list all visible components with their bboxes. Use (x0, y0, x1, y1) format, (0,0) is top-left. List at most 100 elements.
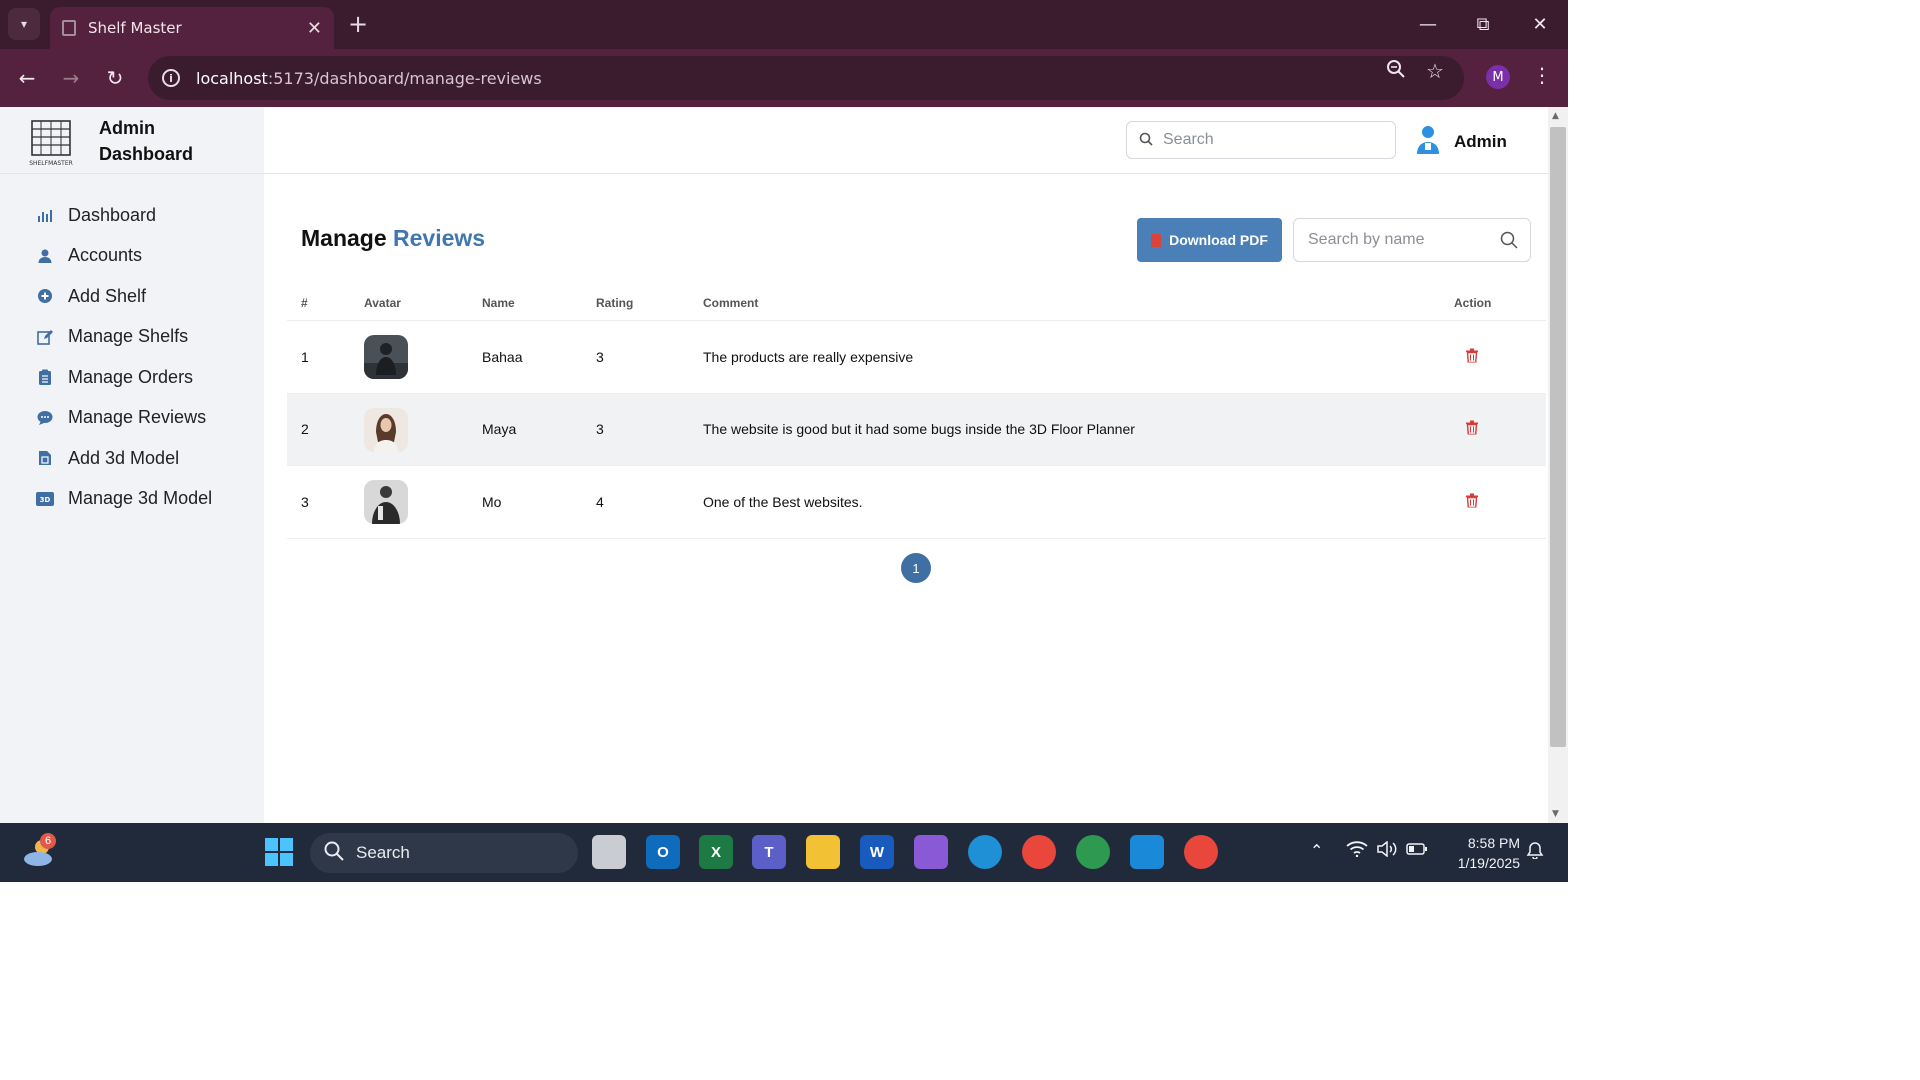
delete-icon[interactable] (1466, 347, 1478, 366)
notifications-icon[interactable] (1526, 841, 1544, 863)
start-icon[interactable] (262, 835, 296, 869)
sidebar-item-label: Dashboard (68, 204, 157, 225)
file-icon (36, 449, 54, 467)
url-text[interactable]: localhost:5173/dashboard/manage-reviews (196, 69, 542, 88)
sidebar: SHELFMASTER Admin Dashboard Dashboard Ac… (0, 107, 264, 823)
site-info-icon[interactable]: i (162, 69, 180, 87)
teams-icon[interactable]: T (752, 835, 786, 869)
task-view-icon[interactable] (592, 835, 626, 869)
delete-icon[interactable] (1466, 420, 1478, 439)
sidebar-item-accounts[interactable]: Accounts (0, 236, 264, 277)
shelfmaster-logo: SHELFMASTER (29, 120, 73, 167)
taskbar-search[interactable]: Search (310, 833, 578, 873)
address-bar[interactable]: i localhost:5173/dashboard/manage-review… (148, 56, 1464, 100)
tray-overflow-icon[interactable]: ⌃ (1310, 841, 1323, 860)
header-search-input[interactable] (1163, 131, 1363, 149)
tab-search-button[interactable]: ▾ (8, 8, 40, 40)
wifi-icon[interactable] (1346, 841, 1368, 861)
edge-icon[interactable] (968, 835, 1002, 869)
row-comment: One of the Best websites. (703, 493, 863, 510)
top-header: Admin (264, 107, 1548, 174)
word-icon[interactable]: W (860, 835, 894, 869)
forward-button[interactable]: → (56, 63, 86, 93)
excel-icon[interactable]: X (699, 835, 733, 869)
browser-menu-icon[interactable]: ⋮ (1532, 63, 1552, 87)
browser-toolbar: ← → ↻ i localhost:5173/dashboard/manage-… (0, 49, 1568, 107)
battery-icon[interactable] (1406, 841, 1428, 860)
sidebar-item-manage-reviews[interactable]: Manage Reviews (0, 398, 264, 439)
clipboard-icon (36, 368, 54, 386)
close-tab-icon[interactable]: ✕ (307, 18, 322, 39)
bookmark-star-icon[interactable]: ☆ (1426, 59, 1444, 83)
sidebar-item-label: Manage Shelfs (68, 326, 189, 347)
column-header: Avatar (364, 295, 401, 310)
page-scrollbar[interactable]: ▲ ▼ (1548, 107, 1568, 823)
file-explorer-icon[interactable] (806, 835, 840, 869)
new-tab-button[interactable]: + (344, 10, 372, 38)
user-icon (36, 247, 54, 265)
table-header: # Avatar Name Rating Comment Action (287, 285, 1546, 321)
avatar (364, 407, 408, 452)
pagination-page-button[interactable]: 1 (901, 553, 931, 583)
close-window-button[interactable]: ✕ (1520, 10, 1560, 38)
tab-title: Shelf Master (88, 19, 182, 37)
sidebar-item-add-shelf[interactable]: Add Shelf (0, 276, 264, 317)
header-search[interactable] (1126, 121, 1396, 159)
zoom-icon[interactable] (1386, 59, 1406, 84)
user-menu[interactable]: Admin (1416, 125, 1507, 159)
row-number: 2 (301, 421, 309, 438)
name-search[interactable] (1293, 218, 1531, 262)
name-search-input[interactable] (1308, 231, 1508, 249)
chrome-profile-icon[interactable] (1076, 835, 1110, 869)
delete-icon[interactable] (1466, 492, 1478, 511)
search-icon (324, 841, 344, 865)
browser-tab[interactable]: Shelf Master ✕ (50, 7, 334, 49)
scroll-down-icon[interactable]: ▼ (1552, 809, 1559, 819)
app-root: SHELFMASTER Admin Dashboard Dashboard Ac… (0, 107, 1548, 823)
bar-chart-icon (36, 206, 54, 224)
back-button[interactable]: ← (12, 63, 42, 93)
minimize-button[interactable]: — (1408, 10, 1448, 38)
search-icon[interactable] (1500, 231, 1518, 253)
brand: SHELFMASTER Admin Dashboard (0, 107, 264, 174)
column-header: Name (482, 295, 515, 310)
brand-title: Admin Dashboard (99, 118, 194, 164)
sidebar-item-label: Manage Orders (68, 366, 194, 387)
scroll-up-icon[interactable]: ▲ (1552, 111, 1559, 121)
sidebar-item-manage-shelfs[interactable]: Manage Shelfs (0, 317, 264, 358)
sidebar-item-add-3d-model[interactable]: Add 3d Model (0, 438, 264, 479)
sidebar-item-manage-orders[interactable]: Manage Orders (0, 357, 264, 398)
comment-icon (36, 409, 54, 427)
chrome-icon[interactable] (1022, 835, 1056, 869)
sidebar-item-manage-3d-model[interactable]: 3D Manage 3d Model (0, 479, 264, 520)
sidebar-item-label: Manage 3d Model (68, 488, 213, 509)
reload-button[interactable]: ↻ (100, 63, 130, 93)
download-pdf-button[interactable]: Download PDF (1137, 218, 1282, 262)
edit-icon (36, 328, 54, 346)
row-rating: 3 (596, 348, 604, 365)
page-title: Manage Reviews (301, 225, 485, 252)
scroll-thumb[interactable] (1550, 127, 1566, 747)
column-header: Comment (703, 295, 759, 310)
copilot-icon[interactable] (914, 835, 948, 869)
weather-badge: 6 (40, 833, 56, 849)
row-comment: The products are really expensive (703, 348, 914, 365)
row-rating: 3 (596, 421, 604, 438)
row-rating: 4 (596, 493, 604, 510)
download-pdf-label: Download PDF (1169, 232, 1268, 248)
restore-button[interactable]: ⧉ (1463, 10, 1503, 38)
taskbar-search-label: Search (356, 843, 410, 862)
volume-icon[interactable] (1376, 840, 1398, 861)
sidebar-nav: Dashboard Accounts Add Shelf Manage Shel… (0, 195, 264, 519)
sidebar-item-label: Add 3d Model (68, 447, 180, 468)
column-header: Action (1454, 295, 1492, 310)
chrome-active-icon[interactable] (1184, 835, 1218, 869)
system-clock[interactable]: 8:58 PM 1/19/2025 (1440, 833, 1520, 873)
outlook-icon[interactable]: O (646, 835, 680, 869)
table-row: 1 Bahaa 3 The products are really expens… (287, 321, 1546, 394)
avatar (364, 335, 408, 379)
os-taskbar: 6 Search O X T W ⌃ 8:58 PM 1/19/2025 (0, 823, 1568, 882)
vscode-icon[interactable] (1130, 835, 1164, 869)
sidebar-item-dashboard[interactable]: Dashboard (0, 195, 264, 236)
profile-avatar[interactable]: M (1486, 65, 1510, 89)
